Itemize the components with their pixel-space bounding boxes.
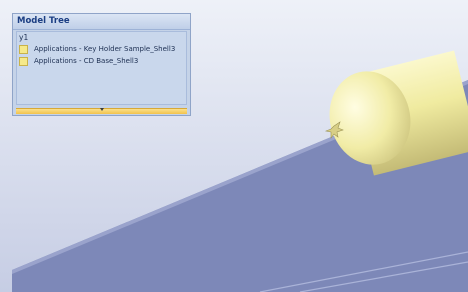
tree-item-cd-base[interactable]: Applications - CD Base_Shell3 bbox=[19, 56, 138, 66]
tree-item-key-holder[interactable]: Applications - Key Holder Sample_Shell3 bbox=[19, 44, 175, 54]
model-tree-collapse-bar[interactable] bbox=[16, 108, 187, 114]
model-tree-panel[interactable]: Model Tree y1 Applications - Key Holder … bbox=[12, 13, 191, 116]
part-icon bbox=[19, 56, 28, 66]
part-icon bbox=[19, 44, 28, 54]
chevron-down-icon bbox=[99, 108, 104, 111]
model-tree-title: Model Tree bbox=[13, 14, 190, 30]
tree-item-label: Applications - CD Base_Shell3 bbox=[34, 57, 139, 65]
tree-root-label[interactable]: y1 bbox=[19, 33, 28, 42]
tree-item-label: Applications - Key Holder Sample_Shell3 bbox=[34, 45, 176, 53]
model-tree-list[interactable]: y1 Applications - Key Holder Sample_Shel… bbox=[16, 31, 187, 105]
